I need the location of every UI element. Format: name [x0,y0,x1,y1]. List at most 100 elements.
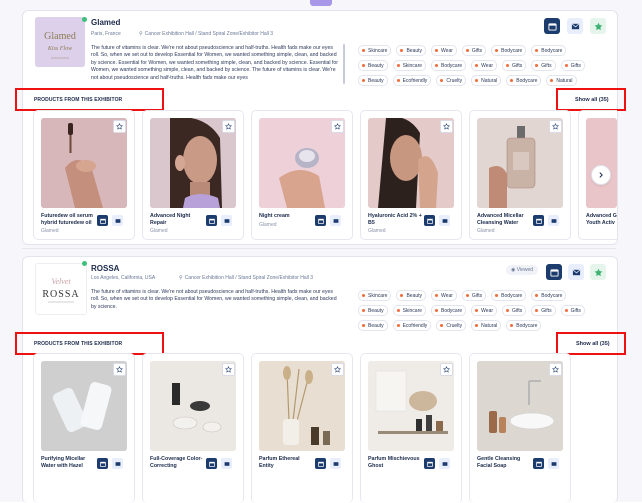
tag-chip[interactable]: Cruelty [436,75,467,86]
calendar-icon [535,218,542,224]
product-message-button[interactable] [439,215,450,226]
online-status-dot [82,261,87,266]
product-card[interactable]: Hyaluronic Acid 2% + B5 Glamed [360,110,462,240]
product-calendar-button[interactable] [315,215,326,226]
svg-text:Kiss Flow: Kiss Flow [47,46,72,52]
tag-chip[interactable]: Skincare [358,45,392,56]
tag-chip[interactable]: Gifts [560,305,585,316]
glamed-logo-image: Glamed Kiss Flow [35,17,85,67]
tag-label: Bodycare [501,47,523,54]
tag-chip[interactable]: Bodycare [431,60,467,71]
product-card[interactable]: Night cream Glamed [251,110,353,240]
tag-chip[interactable]: Natural [471,75,502,86]
product-card[interactable]: Full-Coverage Color-Correcting [142,353,244,503]
tag-chip[interactable]: Bodycare [431,305,467,316]
tag-chip[interactable]: Cruelty [436,320,467,331]
bookmark-button[interactable] [222,363,235,376]
tag-chip[interactable]: Natural [471,320,502,331]
product-card[interactable]: Advanced Micellar Cleansing Water Glamed [469,110,571,240]
product-message-button[interactable] [112,215,123,226]
tag-chip[interactable]: Beauty [358,60,388,71]
product-message-button[interactable] [330,458,341,469]
product-name: Hyaluronic Acid 2% + B5 [368,213,422,226]
tag-chip[interactable]: Ecofriendly [392,320,432,331]
product-calendar-button[interactable] [97,458,108,469]
product-message-button[interactable] [548,458,559,469]
tag-chip[interactable]: Gifts [461,45,487,56]
product-card[interactable]: Futuredew oil serum hybrid futuredew oil… [33,110,135,240]
tag-chip[interactable]: Wear [431,290,457,301]
product-message-button[interactable] [330,215,341,226]
tag-chip[interactable]: Beauty [358,75,388,86]
bookmark-button[interactable] [113,363,126,376]
tag-chip[interactable]: Ecofriendly [392,75,432,86]
product-calendar-button[interactable] [315,458,326,469]
product-calendar-button[interactable] [533,458,544,469]
message-button[interactable] [568,264,584,280]
tag-chip[interactable]: Wear [471,305,498,316]
product-message-button[interactable] [112,458,123,469]
product-card[interactable]: Advanced Night Repair Glamed [142,110,244,240]
product-message-button[interactable] [221,458,232,469]
bookmark-button[interactable] [440,120,453,133]
exhibitor-name[interactable]: ROSSA [91,264,119,273]
tag-dot-icon [440,79,444,82]
tag-chip[interactable]: Gifts [531,305,556,316]
tag-chip[interactable]: Beauty [358,320,388,331]
product-card[interactable]: Purifying Micellar Water with Hazel [33,353,135,503]
calendar-button[interactable] [546,264,562,280]
tag-chip[interactable]: Gifts [531,60,556,71]
message-button[interactable] [567,18,583,34]
bookmark-button[interactable] [549,363,562,376]
product-calendar-button[interactable] [533,215,544,226]
tag-chip[interactable]: Natural [546,75,577,86]
tag-chip[interactable]: Wear [471,60,498,71]
product-card[interactable]: Parfum Ethereal Entity [251,353,353,503]
calendar-button[interactable] [544,18,560,34]
product-message-button[interactable] [439,458,450,469]
tag-label: Wear [441,47,453,54]
favorite-button[interactable] [590,18,606,34]
product-calendar-button[interactable] [424,215,435,226]
bookmark-button[interactable] [113,120,126,133]
favorite-button[interactable] [590,264,606,280]
tag-chip[interactable]: Bodycare [506,75,542,86]
tag-chip[interactable]: Gifts [502,305,527,316]
tag-chip[interactable]: Gifts [502,60,527,71]
tag-chip[interactable]: Wear [431,45,457,56]
tag-chip[interactable]: Beauty [358,305,388,316]
product-card[interactable]: Gentle Cleansing Facial Soap [469,353,571,503]
bookmark-button[interactable] [222,120,235,133]
tag-chip[interactable]: Beauty [396,290,427,301]
product-calendar-button[interactable] [206,215,217,226]
tag-chip[interactable]: Skincare [392,305,427,316]
tag-chip[interactable]: Bodycare [531,45,567,56]
bookmark-button[interactable] [549,120,562,133]
tag-label: Gifts [541,307,552,314]
carousel-next-button[interactable] [591,165,611,185]
tag-dot-icon [535,309,539,312]
product-message-button[interactable] [221,215,232,226]
tag-chip[interactable]: Bodycare [491,45,527,56]
tag-chip[interactable]: Bodycare [506,320,542,331]
tag-chip[interactable]: Gifts [560,60,585,71]
tag-chip[interactable]: Gifts [461,290,487,301]
tag-chip[interactable]: Skincare [392,60,427,71]
exhibitor-logo[interactable]: Velvet ROSSA [35,263,87,315]
exhibitor-logo[interactable]: Glamed Kiss Flow [35,17,85,67]
exhibitor-name[interactable]: Glamed [91,18,120,27]
product-calendar-button[interactable] [206,458,217,469]
tag-chip[interactable]: Bodycare [531,290,567,301]
product-message-button[interactable] [548,215,559,226]
product-calendar-button[interactable] [424,458,435,469]
tag-chip[interactable]: Skincare [358,290,392,301]
bookmark-button[interactable] [331,120,344,133]
product-calendar-button[interactable] [97,215,108,226]
tag-chip[interactable]: Bodycare [491,290,527,301]
description-scrollbar[interactable] [343,44,345,84]
product-card[interactable]: Parfum Mischievous Ghost [360,353,462,503]
calendar-icon [317,461,324,467]
bookmark-button[interactable] [440,363,453,376]
tag-chip[interactable]: Beauty [396,45,427,56]
bookmark-button[interactable] [331,363,344,376]
